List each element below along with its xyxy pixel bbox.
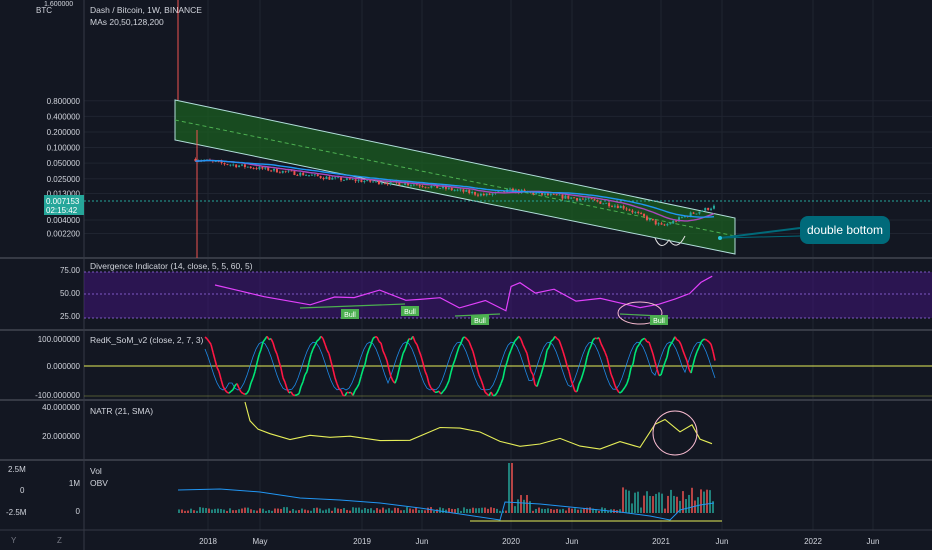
symbol-title[interactable]: Dash / Bitcoin, 1W, BINANCE [90, 5, 202, 15]
div-tick: 75.00 [60, 266, 81, 275]
price-badge-countdown: 02:15:42 [46, 206, 78, 215]
price-tick: 0.004000 [47, 216, 81, 225]
bull-label: Bull [471, 315, 489, 325]
ma-legend[interactable]: MAs 20,50,128,200 [90, 17, 164, 27]
svg-text:Bull: Bull [404, 309, 416, 316]
time-tick: Jun [716, 537, 729, 546]
divergence-band [84, 272, 932, 318]
som-tick: 100.000000 [38, 335, 81, 344]
svg-text:Bull: Bull [653, 318, 665, 325]
som-tick: -100.000000 [35, 391, 80, 400]
time-tick: 2022 [804, 537, 822, 546]
vol-tick: 0 [76, 507, 81, 516]
time-tick: 2020 [502, 537, 520, 546]
price-tick: 0.400000 [47, 112, 81, 121]
top-tick: 1.600000 [44, 1, 73, 8]
price-tick: 0.050000 [47, 159, 81, 168]
time-tick: 2018 [199, 537, 217, 546]
div-tick: 50.00 [60, 289, 81, 298]
bull-label: Bull [650, 315, 668, 325]
price-tick: 0.200000 [47, 128, 81, 137]
bull-label: Bull [341, 309, 359, 319]
time-tick: Jun [867, 537, 880, 546]
time-tick: Jun [566, 537, 579, 546]
som-title[interactable]: RedK_SoM_v2 (close, 2, 7, 3) [90, 335, 204, 345]
price-tick: 0.800000 [47, 97, 81, 106]
svg-text:Bull: Bull [474, 318, 486, 325]
time-tick: 2019 [353, 537, 371, 546]
price-badge-value: 0.007153 [46, 197, 80, 206]
price-tick: 0.025000 [47, 175, 81, 184]
divergence-title[interactable]: Divergence Indicator (14, close, 5, 5, 6… [90, 261, 253, 271]
bull-label: Bull [401, 306, 419, 316]
annotation-label: double bottom [807, 223, 883, 237]
time-tick: Jun [416, 537, 429, 546]
y-axis-button[interactable]: Y [11, 536, 17, 545]
price-tick: 0.100000 [47, 144, 81, 153]
som-tick: 0.000000 [47, 362, 81, 371]
vol-left-tick: -2.5M [6, 508, 27, 517]
price-axis: 0.800000 0.400000 0.200000 0.100000 0.050000… [47, 97, 81, 239]
chart-canvas[interactable]: double bottom Bull Bull Bull Bull BTC 1.… [0, 0, 932, 550]
vol-title[interactable]: Vol [90, 466, 102, 476]
natr-tick: 40.000000 [42, 403, 80, 412]
vol-left-tick: 0 [20, 486, 25, 495]
natr-title[interactable]: NATR (21, SMA) [90, 406, 153, 416]
div-tick: 25.00 [60, 312, 81, 321]
natr-tick: 20.000000 [42, 432, 80, 441]
time-tick: 2021 [652, 537, 670, 546]
obv-title[interactable]: OBV [90, 478, 108, 488]
price-tick: 0.002200 [47, 229, 81, 238]
vol-tick: 1M [69, 479, 80, 488]
vol-left-tick: 2.5M [8, 465, 26, 474]
svg-text:Bull: Bull [344, 312, 356, 319]
time-tick: May [252, 537, 267, 546]
z-axis-button[interactable]: Z [57, 536, 62, 545]
